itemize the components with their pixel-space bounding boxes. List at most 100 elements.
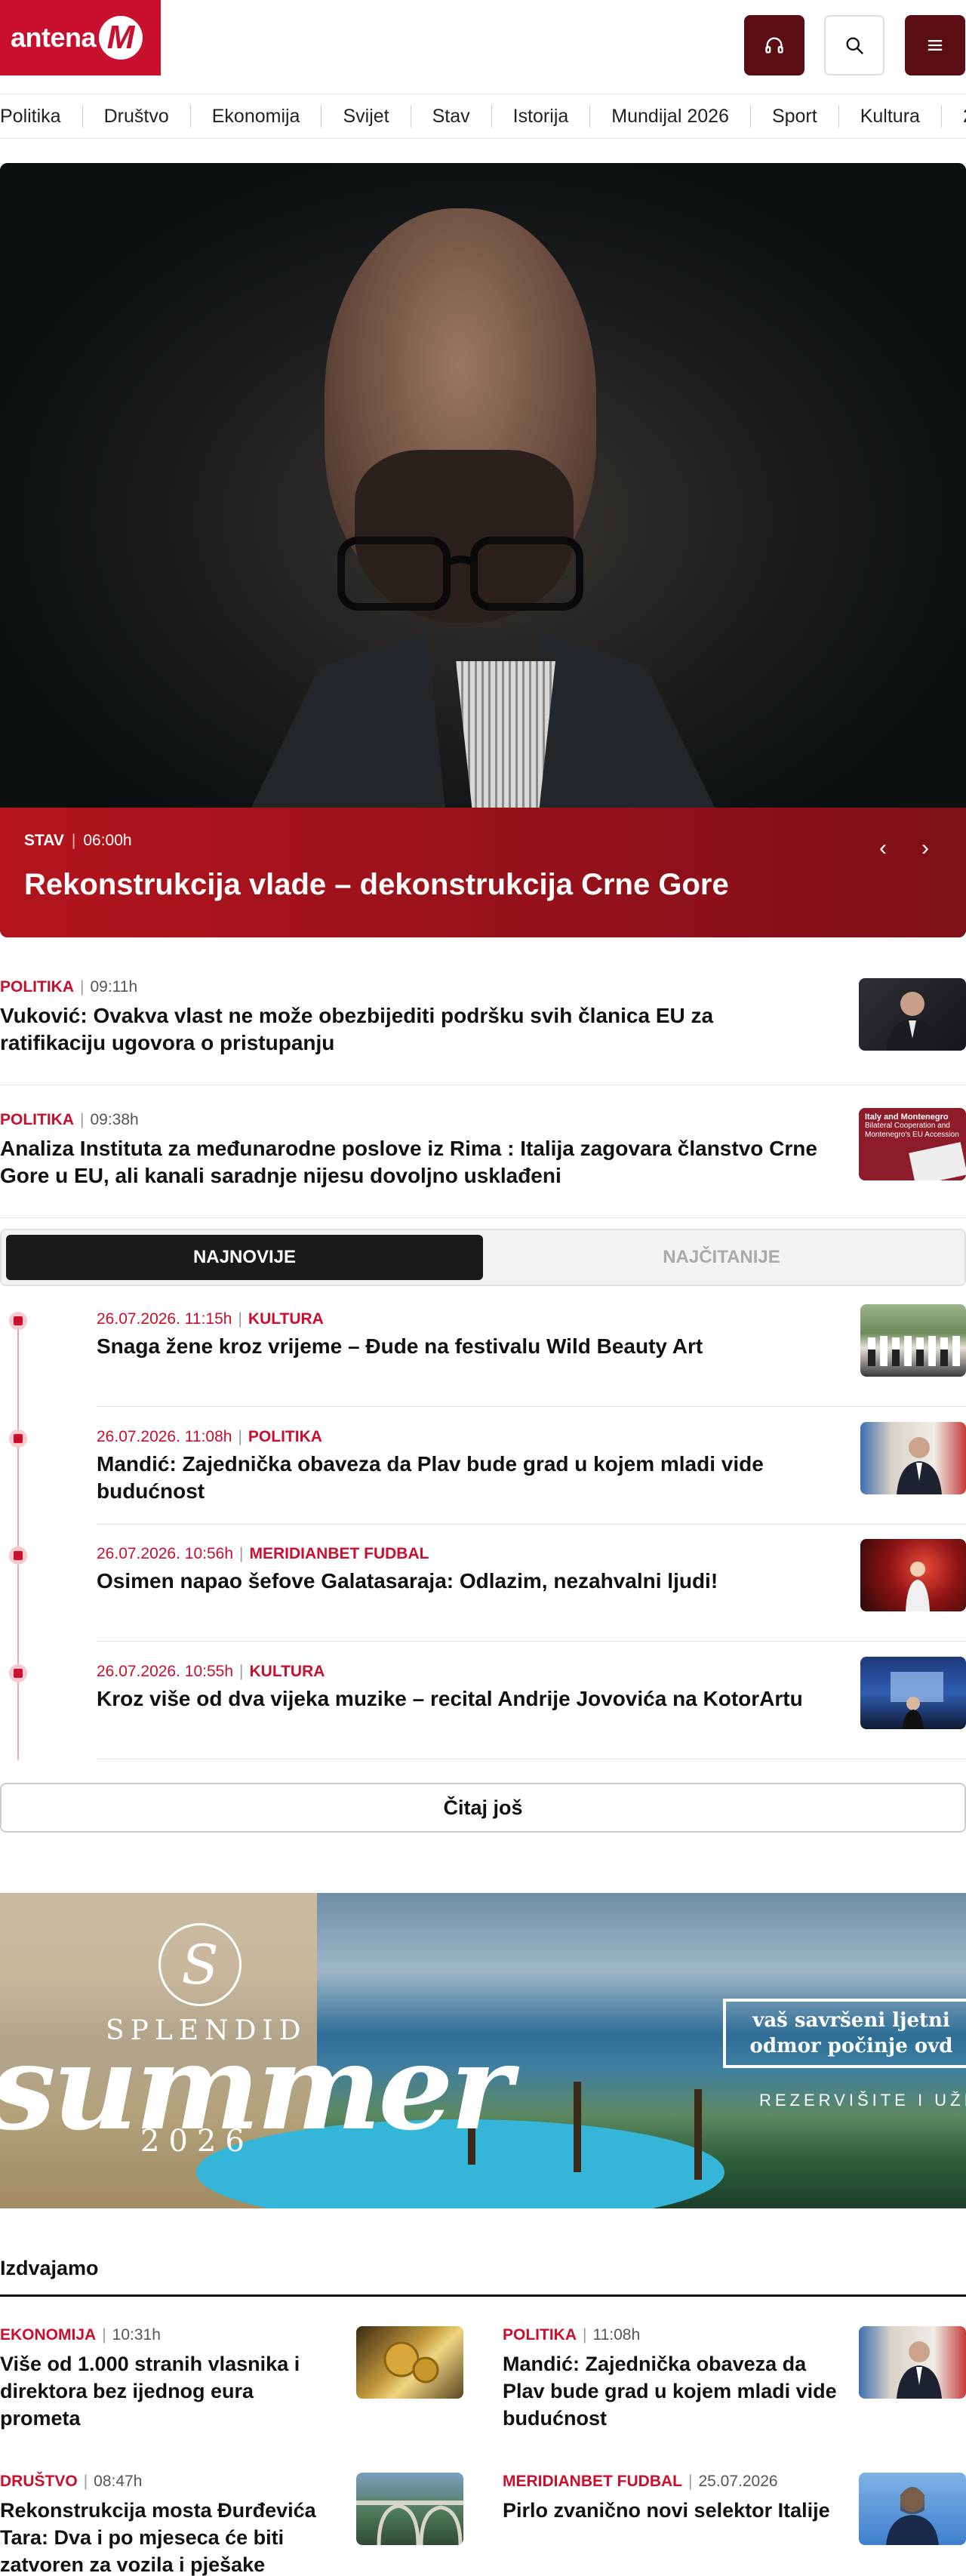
article-time: 09:11h	[90, 978, 138, 996]
meta-separator: |	[71, 832, 76, 849]
ad-cta[interactable]: REZERVIŠITE I UŽIVA	[759, 2091, 966, 2110]
hero-category[interactable]: STAV	[24, 832, 64, 850]
ad-headline: summer	[0, 2018, 512, 2156]
hero-caption[interactable]: STAV | 06:00h Rekonstrukcija vlade – dek…	[0, 808, 966, 937]
meta-separator: |	[80, 1111, 85, 1128]
ad-slogan-box: vaš savršeni ljetni odmor počinje ovd	[723, 1999, 966, 2068]
thumbnail-caption: Montenegro's EU Accession	[865, 1131, 959, 1139]
hero-slider[interactable]: STAV | 06:00h Rekonstrukcija vlade – dek…	[0, 163, 966, 937]
article-title[interactable]: Mandić: Zajednička obaveza da Plav bude …	[503, 2350, 842, 2432]
nav-item-ekonomija[interactable]: Ekonomija	[191, 105, 322, 128]
tab-most-read[interactable]: NAJČITANIJE	[483, 1235, 960, 1280]
nav-item-drustvo[interactable]: Društvo	[83, 105, 191, 128]
article-title[interactable]: Više od 1.000 stranih vlasnika i direkto…	[0, 2350, 340, 2432]
timeline-item[interactable]: 26.07.2026. 10:56h | MERIDIANBET FUDBAL Os…	[97, 1524, 966, 1642]
article-thumbnail[interactable]	[859, 978, 966, 1051]
hero-title[interactable]: Rekonstrukcija vlade – dekonstrukcija Cr…	[24, 868, 942, 902]
article-category[interactable]: POLITIKA	[0, 1111, 74, 1128]
article-category[interactable]: POLITIKA	[503, 2326, 577, 2344]
thumbnail-caption: Bilateral Cooperation and	[865, 1122, 950, 1130]
timeline-category[interactable]: POLITIKA	[248, 1428, 322, 1445]
nav-item-kultura[interactable]: Kultura	[839, 105, 942, 128]
timeline-meta: 26.07.2026. 10:56h | MERIDIANBET FUDBAL	[97, 1545, 429, 1563]
timeline-thumbnail[interactable]	[860, 1657, 966, 1729]
nav-item-politika[interactable]: Politika	[0, 105, 83, 128]
article-card[interactable]: POLITIKA | 09:38h Analiza Instituta za međ…	[0, 1087, 966, 1218]
featured-article[interactable]: POLITIKA | 11:08h Mandić: Zajednička obave…	[503, 2326, 966, 2454]
bridge-icon	[356, 2501, 463, 2545]
article-category[interactable]: EKONOMIJA	[0, 2326, 96, 2344]
nav-item-istorija[interactable]: Istorija	[492, 105, 591, 128]
timeline-thumbnail[interactable]	[860, 1422, 966, 1494]
ad-slogan-line: odmor počinje ovd	[749, 2035, 953, 2057]
thumbnail-image	[868, 1336, 960, 1366]
nav-item-mundijal[interactable]: Mundijal 2026	[590, 105, 751, 128]
timeline-item[interactable]: 26.07.2026. 10:55h | KULTURA Kroz više od …	[97, 1642, 966, 1759]
featured-article[interactable]: EKONOMIJA | 10:31h Više od 1.000 stranih v…	[0, 2326, 463, 2454]
meta-separator: |	[238, 1310, 242, 1328]
thumbnail-image	[906, 1562, 930, 1611]
timeline-line	[17, 1318, 19, 1760]
article-time: 09:38h	[90, 1111, 139, 1128]
slider-prev-button[interactable]: ‹	[868, 833, 898, 863]
article-title[interactable]: Rekonstrukcija mosta Đurđevića Tara: Dva…	[0, 2497, 340, 2576]
article-category[interactable]: MERIDIANBET FUDBAL	[503, 2473, 682, 2490]
timeline-title[interactable]: Mandić: Zajednička obaveza da Plav bude …	[97, 1451, 836, 1505]
thumbnail-image	[886, 2487, 939, 2545]
thumbnail-image	[891, 1672, 943, 1729]
timeline-category[interactable]: KULTURA	[249, 1663, 325, 1680]
read-more-button[interactable]: Čitaj još	[0, 1783, 966, 1833]
slider-next-button[interactable]: ›	[910, 833, 940, 863]
menu-icon	[928, 40, 943, 51]
article-category[interactable]: DRUŠTVO	[0, 2473, 78, 2490]
logo-text: antena	[11, 22, 97, 53]
ad-banner[interactable]: S SPLENDID summer 2026 vaš savršeni ljet…	[0, 1893, 966, 2208]
nav-item-more[interactable]: 2	[942, 105, 966, 128]
timeline-thumbnail[interactable]	[860, 1539, 966, 1611]
search-icon	[846, 37, 863, 54]
menu-button[interactable]	[905, 15, 965, 75]
timeline-item[interactable]: 26.07.2026. 11:15h | KULTURA Snaga žene kr…	[97, 1289, 966, 1407]
site-logo[interactable]: antena M	[0, 0, 161, 75]
section-title: Izdvajamo	[0, 2257, 99, 2279]
nav-item-stav[interactable]: Stav	[411, 105, 492, 128]
timeline-node	[9, 1547, 27, 1565]
article-thumbnail[interactable]	[859, 2473, 966, 2545]
timeline-item[interactable]: 26.07.2026. 11:08h | POLITIKA Mandić: Zaje…	[97, 1407, 966, 1525]
timeline-title[interactable]: Snaga žene kroz vrijeme – Đude na festiv…	[97, 1333, 836, 1360]
hero-image[interactable]	[0, 163, 966, 812]
article-meta: EKONOMIJA | 10:31h	[0, 2326, 161, 2344]
timeline-title[interactable]: Kroz više od dva vijeka muzike – recital…	[97, 1685, 836, 1713]
article-title[interactable]: Vuković: Ovakva vlast ne može obezbijedi…	[0, 1002, 800, 1057]
timeline-thumbnail[interactable]	[860, 1304, 966, 1377]
ad-palm-image	[694, 2089, 702, 2180]
ad-slogan-line: vaš savršeni ljetni	[752, 2009, 950, 2032]
article-time: 10:31h	[112, 2326, 161, 2344]
article-meta: DRUŠTVO | 08:47h	[0, 2473, 142, 2491]
timeline-datetime: 26.07.2026. 11:08h	[97, 1428, 232, 1445]
nav-item-sport[interactable]: Sport	[751, 105, 839, 128]
article-thumbnail[interactable]	[356, 2473, 463, 2545]
meta-separator: |	[239, 1663, 244, 1680]
timeline-datetime: 26.07.2026. 10:55h	[97, 1663, 234, 1680]
article-thumbnail[interactable]	[859, 2326, 966, 2399]
article-title[interactable]: Pirlo zvanično novi selektor Italije	[503, 2497, 842, 2524]
featured-article[interactable]: DRUŠTVO | 08:47h Rekonstrukcija mosta Đurđ…	[0, 2473, 463, 2576]
category-nav: Politika Društvo Ekonomija Svijet Stav I…	[0, 94, 966, 139]
article-thumbnail[interactable]	[356, 2326, 463, 2399]
timeline-category[interactable]: KULTURA	[248, 1310, 324, 1328]
timeline-category[interactable]: MERIDIANBET FUDBAL	[249, 1545, 429, 1562]
article-title[interactable]: Analiza Instituta za međunarodne poslove…	[0, 1135, 830, 1190]
ad-year: 2026	[140, 2124, 254, 2159]
timeline-datetime: 26.07.2026. 11:15h	[97, 1310, 232, 1328]
article-card[interactable]: POLITIKA | 09:11h Vuković: Ovakva vlast ne…	[0, 956, 966, 1085]
nav-item-svijet[interactable]: Svijet	[321, 105, 411, 128]
tab-latest[interactable]: NAJNOVIJE	[6, 1235, 483, 1280]
radio-button[interactable]	[744, 15, 804, 75]
article-category[interactable]: POLITIKA	[0, 978, 74, 996]
search-button[interactable]	[824, 15, 884, 75]
article-thumbnail[interactable]: Italy and Montenegro Bilateral Cooperati…	[859, 1108, 966, 1180]
timeline-title[interactable]: Osimen napao šefove Galatasaraja: Odlazi…	[97, 1568, 836, 1595]
thumbnail-paper	[909, 1142, 966, 1180]
featured-article[interactable]: MERIDIANBET FUDBAL | 25.07.2026 Pirlo zvan…	[503, 2473, 966, 2576]
